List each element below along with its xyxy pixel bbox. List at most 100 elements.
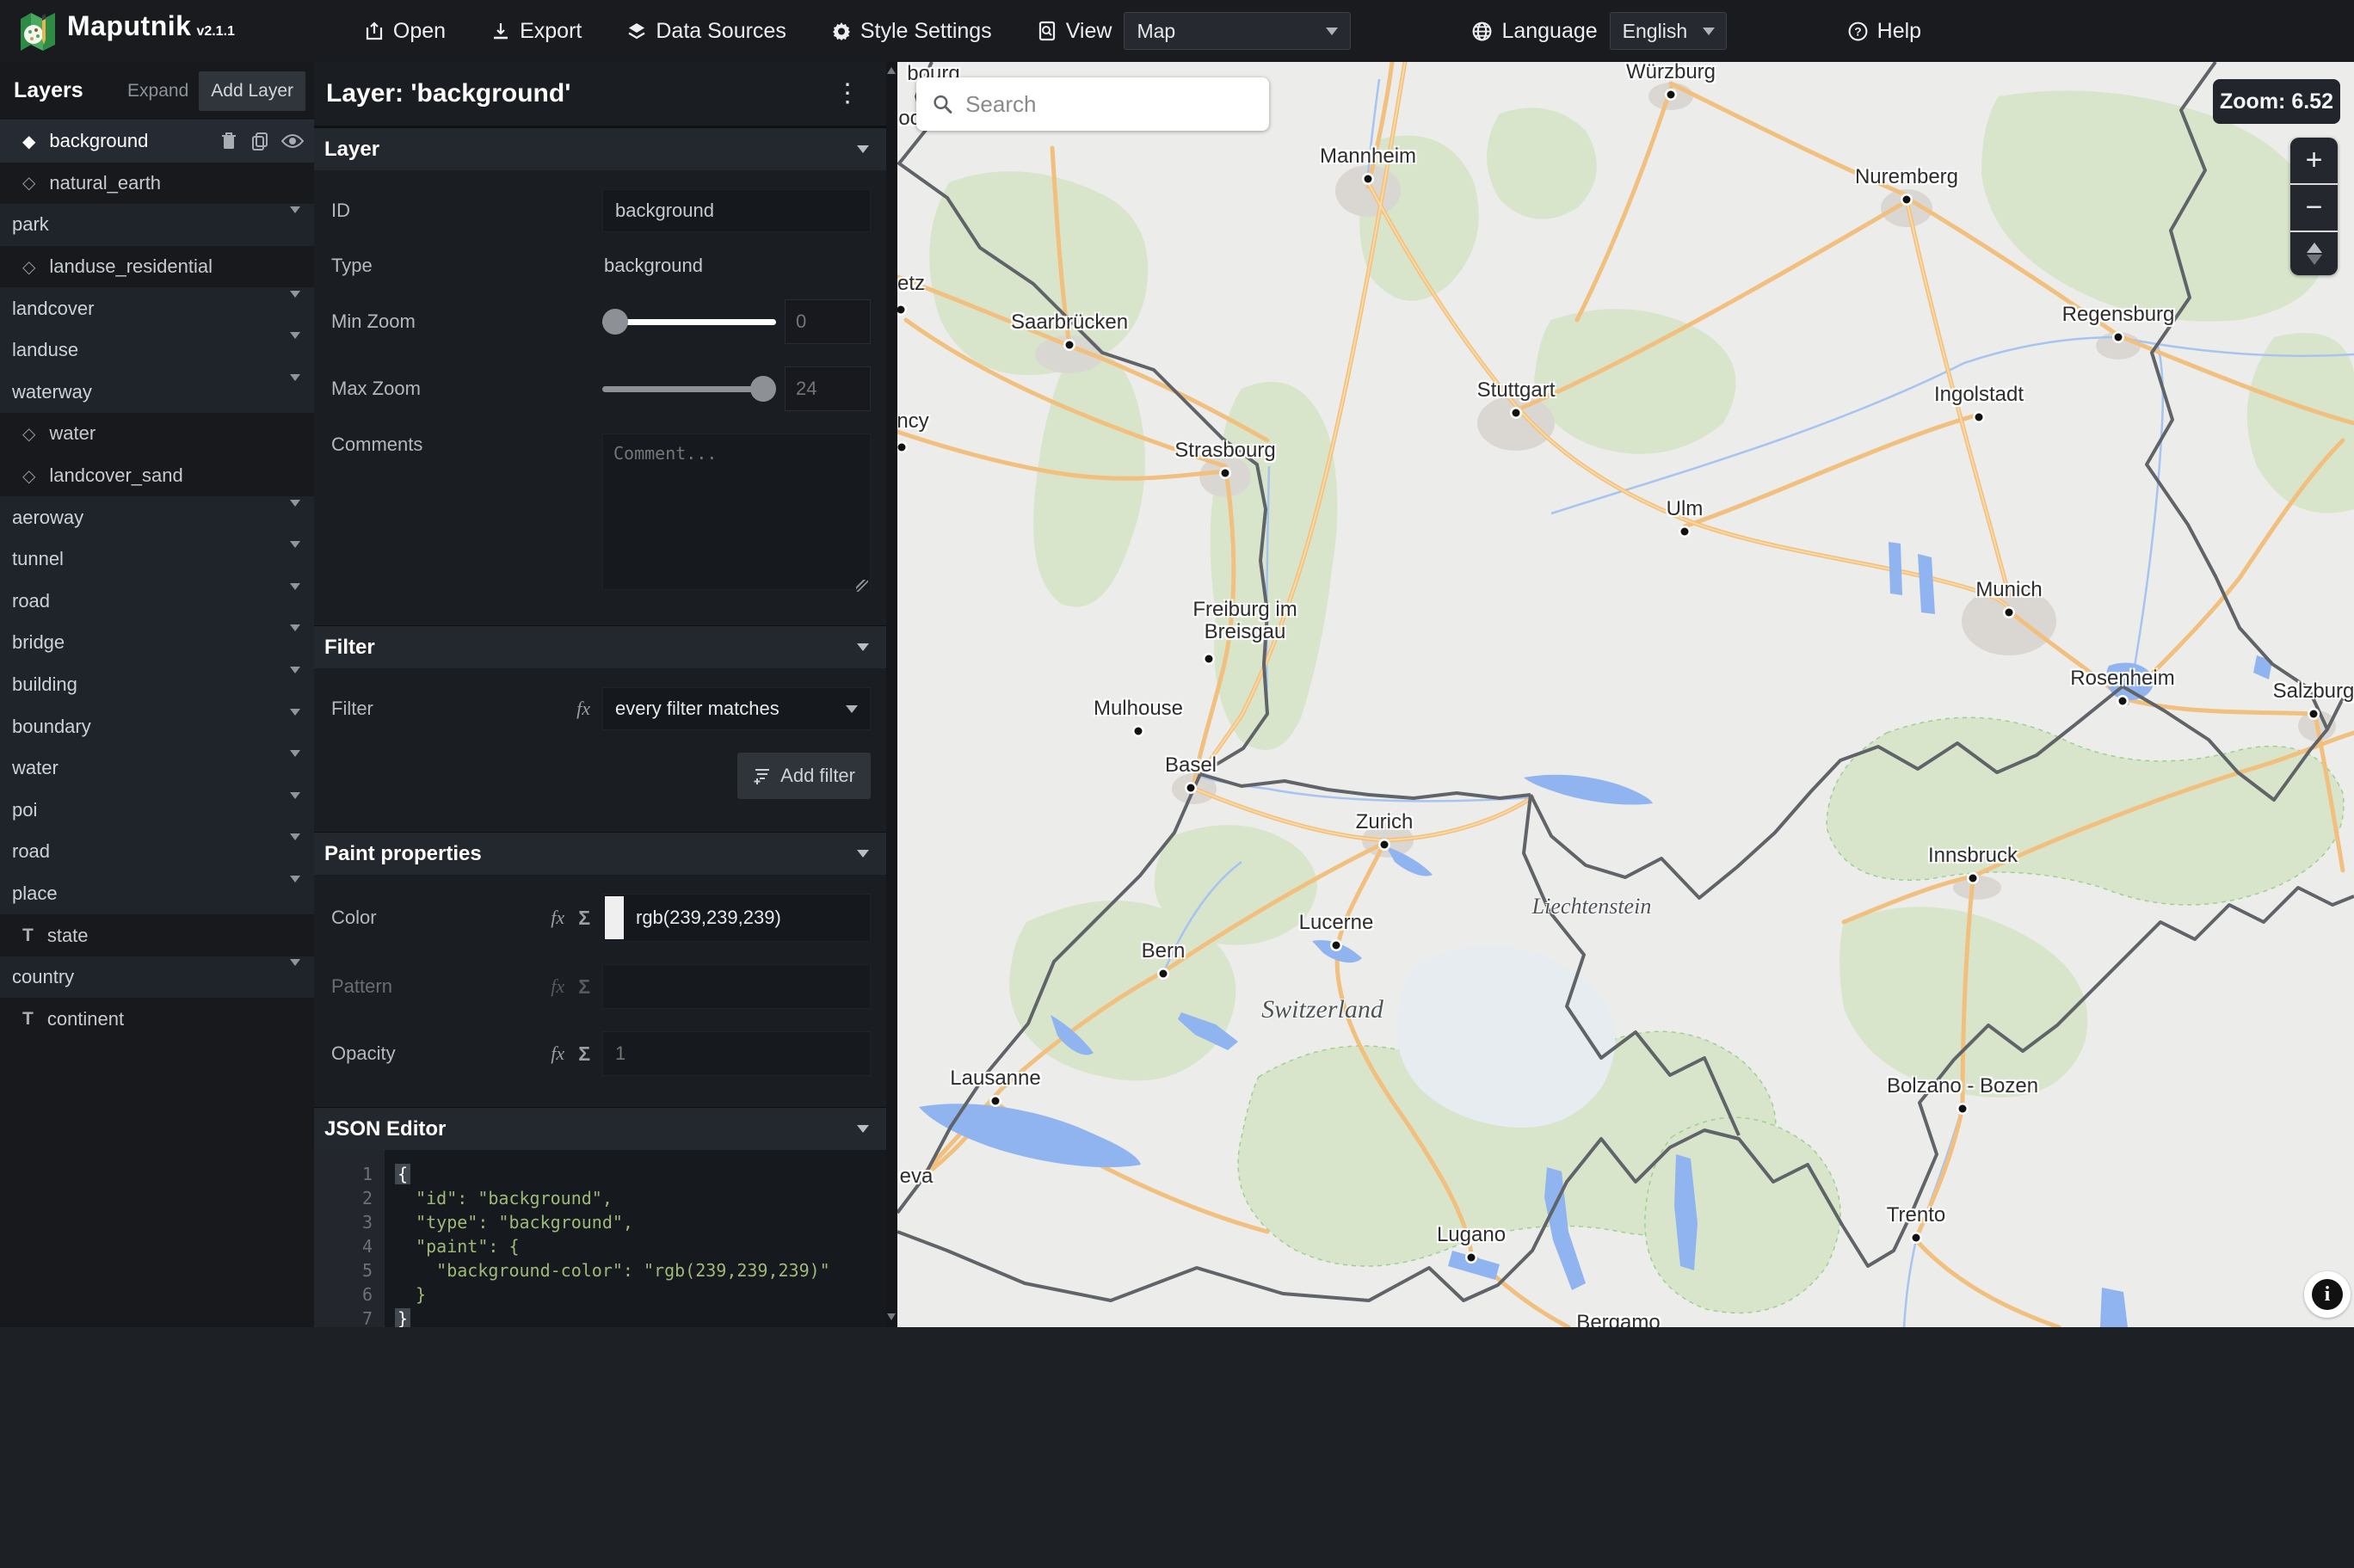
layer-list-item-state[interactable]: Tstate [0, 914, 314, 956]
compass-button[interactable] [2290, 232, 2338, 275]
comments-textarea[interactable] [602, 434, 871, 590]
zoom-out-button[interactable]: − [2290, 185, 2338, 232]
style-settings-button[interactable]: Style Settings [831, 19, 992, 44]
scroll-up-icon[interactable] [887, 67, 896, 74]
app-logo: Maputnik v2.1.1 [19, 10, 235, 52]
expand-button[interactable]: Expand [117, 72, 199, 110]
map-region-label: Switzerland [1261, 995, 1383, 1024]
chevron-down-icon [290, 332, 300, 361]
chevron-down-icon [290, 582, 300, 612]
layer-label: water [49, 422, 96, 445]
layer-list-item-boundary[interactable]: boundary [0, 705, 314, 747]
map-canvas[interactable] [897, 62, 2354, 1327]
layer-list-item-park[interactable]: park [0, 204, 314, 246]
chevron-down-icon [290, 959, 300, 988]
scroll-down-icon[interactable] [887, 1313, 896, 1320]
delete-layer-icon[interactable] [219, 131, 238, 151]
layer-label: landuse_residential [49, 255, 213, 278]
duplicate-layer-icon[interactable] [250, 131, 269, 151]
section-filter[interactable]: Filter [314, 625, 886, 668]
layer-label: building [12, 673, 77, 696]
layer-label: waterway [12, 380, 92, 403]
sigma-icon[interactable]: Σ [578, 907, 590, 930]
chevron-down-icon [846, 704, 858, 713]
language-button[interactable]: Language English [1471, 12, 1727, 50]
min-zoom-input[interactable] [785, 299, 871, 344]
fx-icon[interactable]: fx [551, 1042, 564, 1065]
map-city-label: Lugano [1436, 1223, 1507, 1247]
view-button[interactable]: View Map [1037, 12, 1352, 50]
max-zoom-slider[interactable] [602, 376, 776, 402]
id-input[interactable] [602, 189, 871, 232]
add-filter-button[interactable]: Add filter [737, 753, 871, 799]
layer-list-item-landuse[interactable]: landuse [0, 329, 314, 372]
layer-label: natural_earth [49, 171, 162, 194]
export-button[interactable]: Export [490, 19, 582, 44]
fx-icon[interactable]: fx [576, 698, 590, 720]
map-attribution-button[interactable]: i [2304, 1271, 2351, 1318]
add-layer-button[interactable]: Add Layer [199, 71, 305, 111]
data-sources-button[interactable]: Data Sources [626, 19, 786, 44]
fill-layer-icon: ◇ [22, 257, 36, 277]
editor-scrollbar[interactable] [886, 62, 897, 1327]
slider-thumb[interactable] [750, 376, 776, 402]
layer-list-item-waterway[interactable]: waterway [0, 371, 314, 414]
id-label: ID [331, 200, 350, 221]
chevron-down-icon [290, 750, 300, 779]
layer-list-item-bridge[interactable]: bridge [0, 622, 314, 664]
min-zoom-label: Min Zoom [331, 311, 416, 332]
min-zoom-slider[interactable] [602, 309, 776, 335]
language-select[interactable]: English [1609, 12, 1727, 50]
map-search-box[interactable] [916, 77, 1269, 131]
map-city-dot [897, 305, 905, 314]
map-region-label: Liechtenstein [1531, 894, 1652, 919]
json-code-lines[interactable]: { "id": "background", "type": "backgroun… [385, 1150, 830, 1327]
opacity-input[interactable] [602, 1031, 871, 1076]
type-value: background [604, 255, 703, 276]
layer-list-item-landcover_sand[interactable]: ◇ landcover_sand [0, 454, 314, 497]
layer-list-item-water[interactable]: ◇ water [0, 413, 314, 455]
max-zoom-input[interactable] [785, 366, 871, 411]
layer-menu-icon[interactable]: ⋮ [828, 77, 867, 110]
view-select[interactable]: Map [1124, 12, 1352, 50]
zoom-level-badge: Zoom: 6.52 [2213, 79, 2340, 124]
search-input[interactable] [965, 90, 1254, 118]
map-city-label: etz [897, 272, 926, 296]
slider-thumb[interactable] [602, 309, 628, 335]
app-title: Maputnik [67, 10, 192, 41]
layer-list-item-road[interactable]: road [0, 831, 314, 873]
layer-list-item-place[interactable]: place [0, 872, 314, 915]
pattern-label: Pattern [331, 975, 392, 997]
layer-list-item-continent[interactable]: Tcontinent [0, 998, 314, 1041]
map-city-label: Strasbourg [1174, 439, 1276, 463]
filter-combinator-select[interactable]: every filter matches [602, 687, 871, 730]
sigma-icon[interactable]: Σ [578, 1042, 590, 1066]
layer-label: boundary [12, 715, 91, 737]
section-json-editor[interactable]: JSON Editor [314, 1107, 886, 1150]
layer-list-item-tunnel[interactable]: tunnel [0, 538, 314, 581]
layer-list-item-aeroway[interactable]: aeroway [0, 496, 314, 538]
section-paint-properties[interactable]: Paint properties [314, 832, 886, 875]
pattern-input[interactable] [602, 964, 871, 1009]
background-color-input[interactable]: rgb(239,239,239) [602, 894, 871, 942]
layer-list-item-water[interactable]: water [0, 747, 314, 790]
map-view[interactable]: bourg oc Würzburg Mannheim Nuremberg Saarbrüc… [897, 62, 2354, 1327]
open-button[interactable]: Open [364, 19, 446, 44]
visibility-icon[interactable] [281, 132, 304, 150]
export-icon [494, 23, 508, 40]
layer-list-item-poi[interactable]: poi [0, 789, 314, 832]
layer-list-item-building[interactable]: building [0, 663, 314, 706]
layer-list-item-landuse_residential[interactable]: ◇ landuse_residential [0, 245, 314, 288]
section-layer[interactable]: Layer [314, 127, 886, 170]
fx-icon[interactable]: fx [551, 907, 564, 929]
layer-list-item-road[interactable]: road [0, 580, 314, 623]
color-swatch[interactable] [603, 895, 625, 941]
layer-list-item-natural_earth[interactable]: ◇ natural_earth [0, 162, 314, 205]
json-code-editor[interactable]: 1234567 { "id": "background", "type": "b… [314, 1150, 886, 1327]
help-button[interactable]: ? Help [1847, 19, 1921, 44]
layer-list-item-landcover[interactable]: landcover [0, 287, 314, 329]
layer-list-item-country[interactable]: country [0, 956, 314, 999]
map-city-label: Lausanne [950, 1067, 1041, 1091]
zoom-in-button[interactable]: + [2290, 138, 2338, 185]
layer-list-item-background[interactable]: ◆ background [0, 120, 314, 163]
